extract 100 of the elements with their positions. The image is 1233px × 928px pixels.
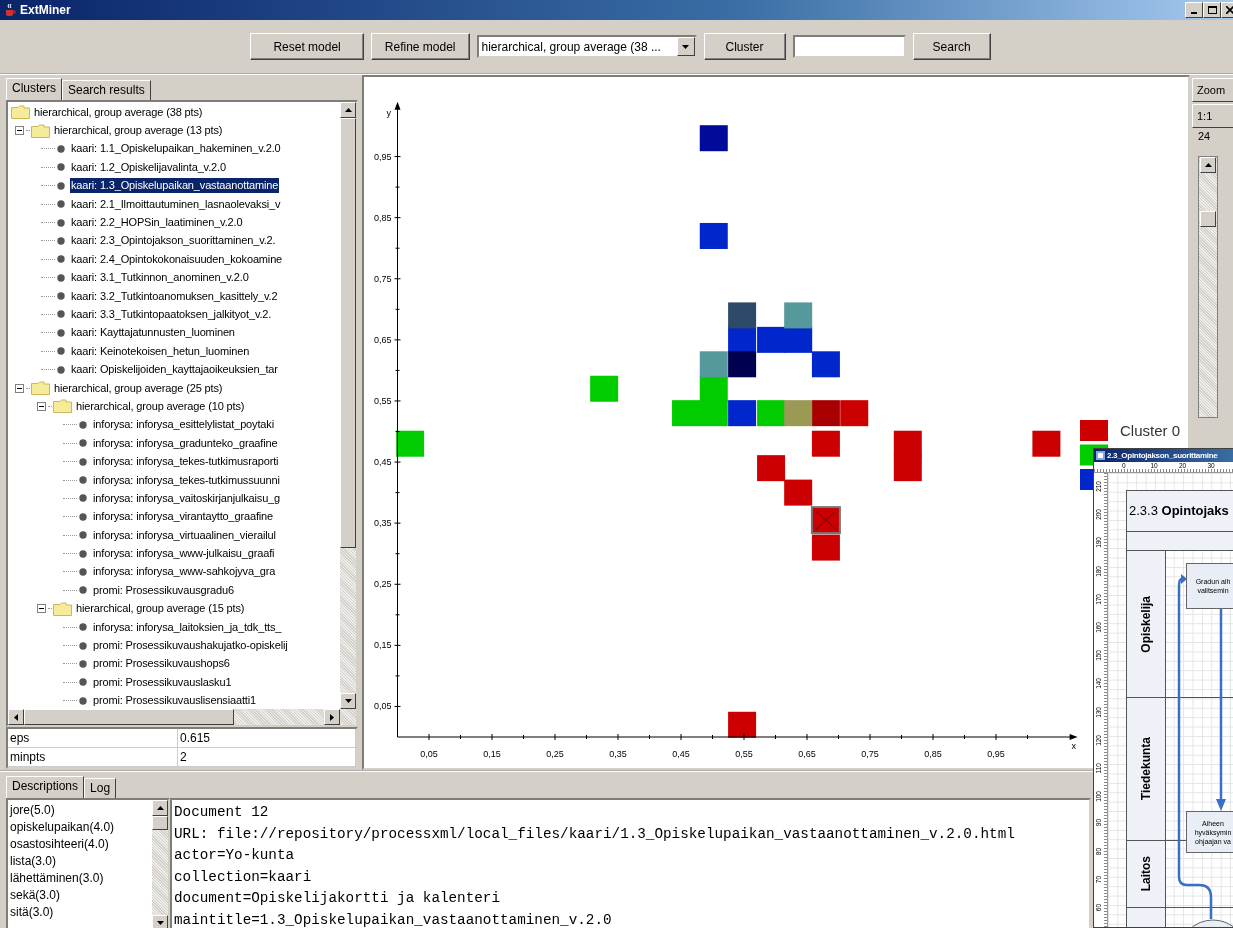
tree-item[interactable]: kaari: 2.2_HOPSin_laatiminen_v.2.0 xyxy=(70,215,244,231)
tree-item[interactable]: kaari: 3.1_Tutkinnon_anominen_v.2.0 xyxy=(70,270,250,286)
tree-item[interactable]: kaari: 2.1_Ilmoittautuminen_lasnaolevaksi_v xyxy=(70,196,282,212)
tree-item[interactable]: promi: Prosessikuvaushakujatko-opiskelij xyxy=(92,638,289,653)
tree-folder-label[interactable]: hierarchical, group average (38 pts) xyxy=(33,104,204,120)
bullet-icon xyxy=(57,273,65,282)
zoom-button[interactable]: Zoom xyxy=(1192,78,1233,102)
term-item[interactable]: lähettäminen(3.0) xyxy=(8,870,152,887)
toolbar-button[interactable]: Reset model xyxy=(250,33,364,60)
data-point[interactable] xyxy=(396,430,425,457)
data-point[interactable] xyxy=(699,223,728,249)
scroll-thumb[interactable] xyxy=(340,118,356,548)
zoom-slider[interactable] xyxy=(1198,156,1218,418)
term-item[interactable]: osastosihteeri(4.0) xyxy=(8,836,152,853)
tree-folder-label[interactable]: hierarchical, group average (15 pts) xyxy=(75,601,246,617)
tree-item[interactable]: kaari: 1.2_Opiskelijavalinta_v.2.0 xyxy=(70,159,227,175)
tree-item[interactable]: inforysa: inforysa_virantaytto_graafine xyxy=(92,509,275,525)
tree-item[interactable]: promi: Prosessikuvauslasku1 xyxy=(92,674,233,690)
tree-item[interactable]: kaari: 3.3_Tutkintopaatoksen_jalkityot_v.2. xyxy=(70,307,273,322)
tree-item[interactable]: inforysa: inforysa_laitoksien_ja_tdk_tts_ xyxy=(92,619,283,635)
maximize-icon xyxy=(1207,6,1217,14)
tree-folder-label[interactable]: hierarchical, group average (13 pts) xyxy=(53,123,224,139)
term-item[interactable]: lista(3.0) xyxy=(8,853,152,870)
vertical-scrollbar[interactable] xyxy=(152,800,168,928)
x-tick-label: 0,45 xyxy=(672,749,690,759)
description-line: document=Opiskelijakortti ja kalenteri xyxy=(174,889,502,908)
tree-item[interactable]: inforysa: inforysa_www-sahkojyva_gra xyxy=(92,564,277,580)
tree-item[interactable]: kaari: 3.2_Tutkintoanomuksen_kasittely_v.2 xyxy=(70,288,279,304)
tree-item[interactable]: promi: Prosessikuvaushops6 xyxy=(92,656,231,672)
data-point[interactable] xyxy=(757,326,786,353)
term-item[interactable]: sitä(3.0) xyxy=(8,904,152,921)
data-point[interactable] xyxy=(728,400,757,427)
scroll-thumb[interactable] xyxy=(152,816,168,830)
vertical-scrollbar[interactable] xyxy=(340,102,356,709)
tab[interactable]: Clusters xyxy=(6,78,62,100)
tree-item[interactable]: kaari: Kayttajatunnusten_luominen xyxy=(70,325,236,341)
tree-item[interactable]: inforysa: inforysa_tekes-tutkimussuunni xyxy=(92,472,281,488)
x-tick-label: 0,85 xyxy=(924,749,942,759)
collapse-icon[interactable] xyxy=(14,383,24,393)
term-item[interactable]: sekä(3.0) xyxy=(8,887,152,904)
tree-item[interactable]: inforysa: inforysa_tekes-tutkimusraporti xyxy=(92,454,280,470)
data-point[interactable] xyxy=(810,506,841,535)
data-point[interactable] xyxy=(728,711,757,738)
minimize-button[interactable] xyxy=(1185,2,1203,18)
app-icon xyxy=(1096,451,1105,460)
search-field[interactable] xyxy=(792,35,906,58)
data-point[interactable] xyxy=(784,326,813,353)
bullet-icon xyxy=(79,439,87,448)
collapse-icon[interactable] xyxy=(36,604,46,614)
data-point[interactable] xyxy=(699,125,728,152)
tree-item[interactable]: inforysa: inforysa_vaitoskirjanjulkaisu_g xyxy=(92,490,282,506)
tree-item[interactable]: kaari: 2.4_Opintokokonaisuuden_kokoamine xyxy=(70,251,284,267)
tab[interactable]: Descriptions xyxy=(6,776,85,798)
tree-item[interactable]: kaari: Opiskelijoiden_kayttajaoikeuksien_tar xyxy=(70,362,279,378)
bullet-icon xyxy=(79,678,87,687)
data-point[interactable] xyxy=(728,302,757,329)
cluster-button[interactable]: Cluster xyxy=(703,33,786,60)
tab[interactable]: Search results xyxy=(62,80,151,100)
tree-folder-label[interactable]: hierarchical, group average (25 pts) xyxy=(53,380,224,396)
toolbar-button[interactable]: Refine model xyxy=(370,33,470,60)
tree-item[interactable]: kaari: 1.3_Opiskelupaikan_vastaanottamine xyxy=(70,178,280,194)
data-point[interactable] xyxy=(728,351,757,378)
description-text-area[interactable] xyxy=(170,798,1091,928)
maximize-button[interactable] xyxy=(1203,2,1221,18)
parameter-value[interactable]: 0.615 xyxy=(178,729,356,748)
scroll-thumb[interactable] xyxy=(24,709,234,725)
tree-item[interactable]: promi: Prosessikuvauslisensiaatti1 xyxy=(92,693,258,709)
term-item[interactable]: opiskelupaikan(4.0) xyxy=(8,819,152,836)
collapse-icon[interactable] xyxy=(14,126,24,136)
parameter-value[interactable]: 2 xyxy=(178,748,356,767)
tree-item[interactable]: inforysa: inforysa_gradunteko_graafine xyxy=(92,435,279,451)
tree-item[interactable]: inforysa: inforysa_www-julkaisu_graafi xyxy=(92,546,276,562)
tree-item[interactable]: kaari: Keinotekoisen_hetun_luominen xyxy=(70,343,251,359)
tree-item[interactable]: kaari: 1.1_Opiskelupaikan_hakeminen_v.2.0 xyxy=(70,141,282,157)
reset-zoom-button[interactable]: 1:1 xyxy=(1192,104,1233,128)
tree-item[interactable]: kaari: 2.3_Opintojakson_suorittaminen_v.2. xyxy=(70,233,277,249)
data-point[interactable] xyxy=(811,351,840,378)
y-tick-label: 0,45 xyxy=(373,457,392,468)
bullet-icon xyxy=(57,365,65,374)
tree-item[interactable]: inforysa: inforysa_esittelylistat_poytaki xyxy=(92,417,275,433)
window-title: ExtMiner xyxy=(20,3,71,17)
search-button[interactable]: Search xyxy=(912,33,991,60)
data-point[interactable] xyxy=(784,400,813,427)
lane-label: Tiedekunta xyxy=(1139,737,1153,801)
parameter-name: eps xyxy=(8,729,178,748)
tree-item[interactable]: inforysa: inforysa_virtuaalinen_vierailul xyxy=(92,527,277,543)
data-point[interactable] xyxy=(728,326,757,353)
tree-item[interactable]: promi: Prosessikuvausgradu6 xyxy=(92,582,235,598)
term-item[interactable]: jore(5.0) xyxy=(8,802,152,819)
bullet-icon xyxy=(79,420,87,429)
down-arrow-icon xyxy=(682,44,689,49)
slider-thumb[interactable] xyxy=(1200,211,1216,228)
model-select[interactable]: hierarchical, group average (38 ... xyxy=(476,35,697,58)
tab[interactable]: Log xyxy=(84,778,117,798)
up-arrow-icon xyxy=(156,806,164,810)
bullet-icon xyxy=(57,181,65,190)
diagram-heading: 2.3.3 Opintojaks xyxy=(1127,491,1233,532)
tree-folder-label[interactable]: hierarchical, group average (10 pts) xyxy=(75,398,246,414)
collapse-icon[interactable] xyxy=(36,401,46,411)
horizontal-scrollbar[interactable] xyxy=(8,709,356,725)
